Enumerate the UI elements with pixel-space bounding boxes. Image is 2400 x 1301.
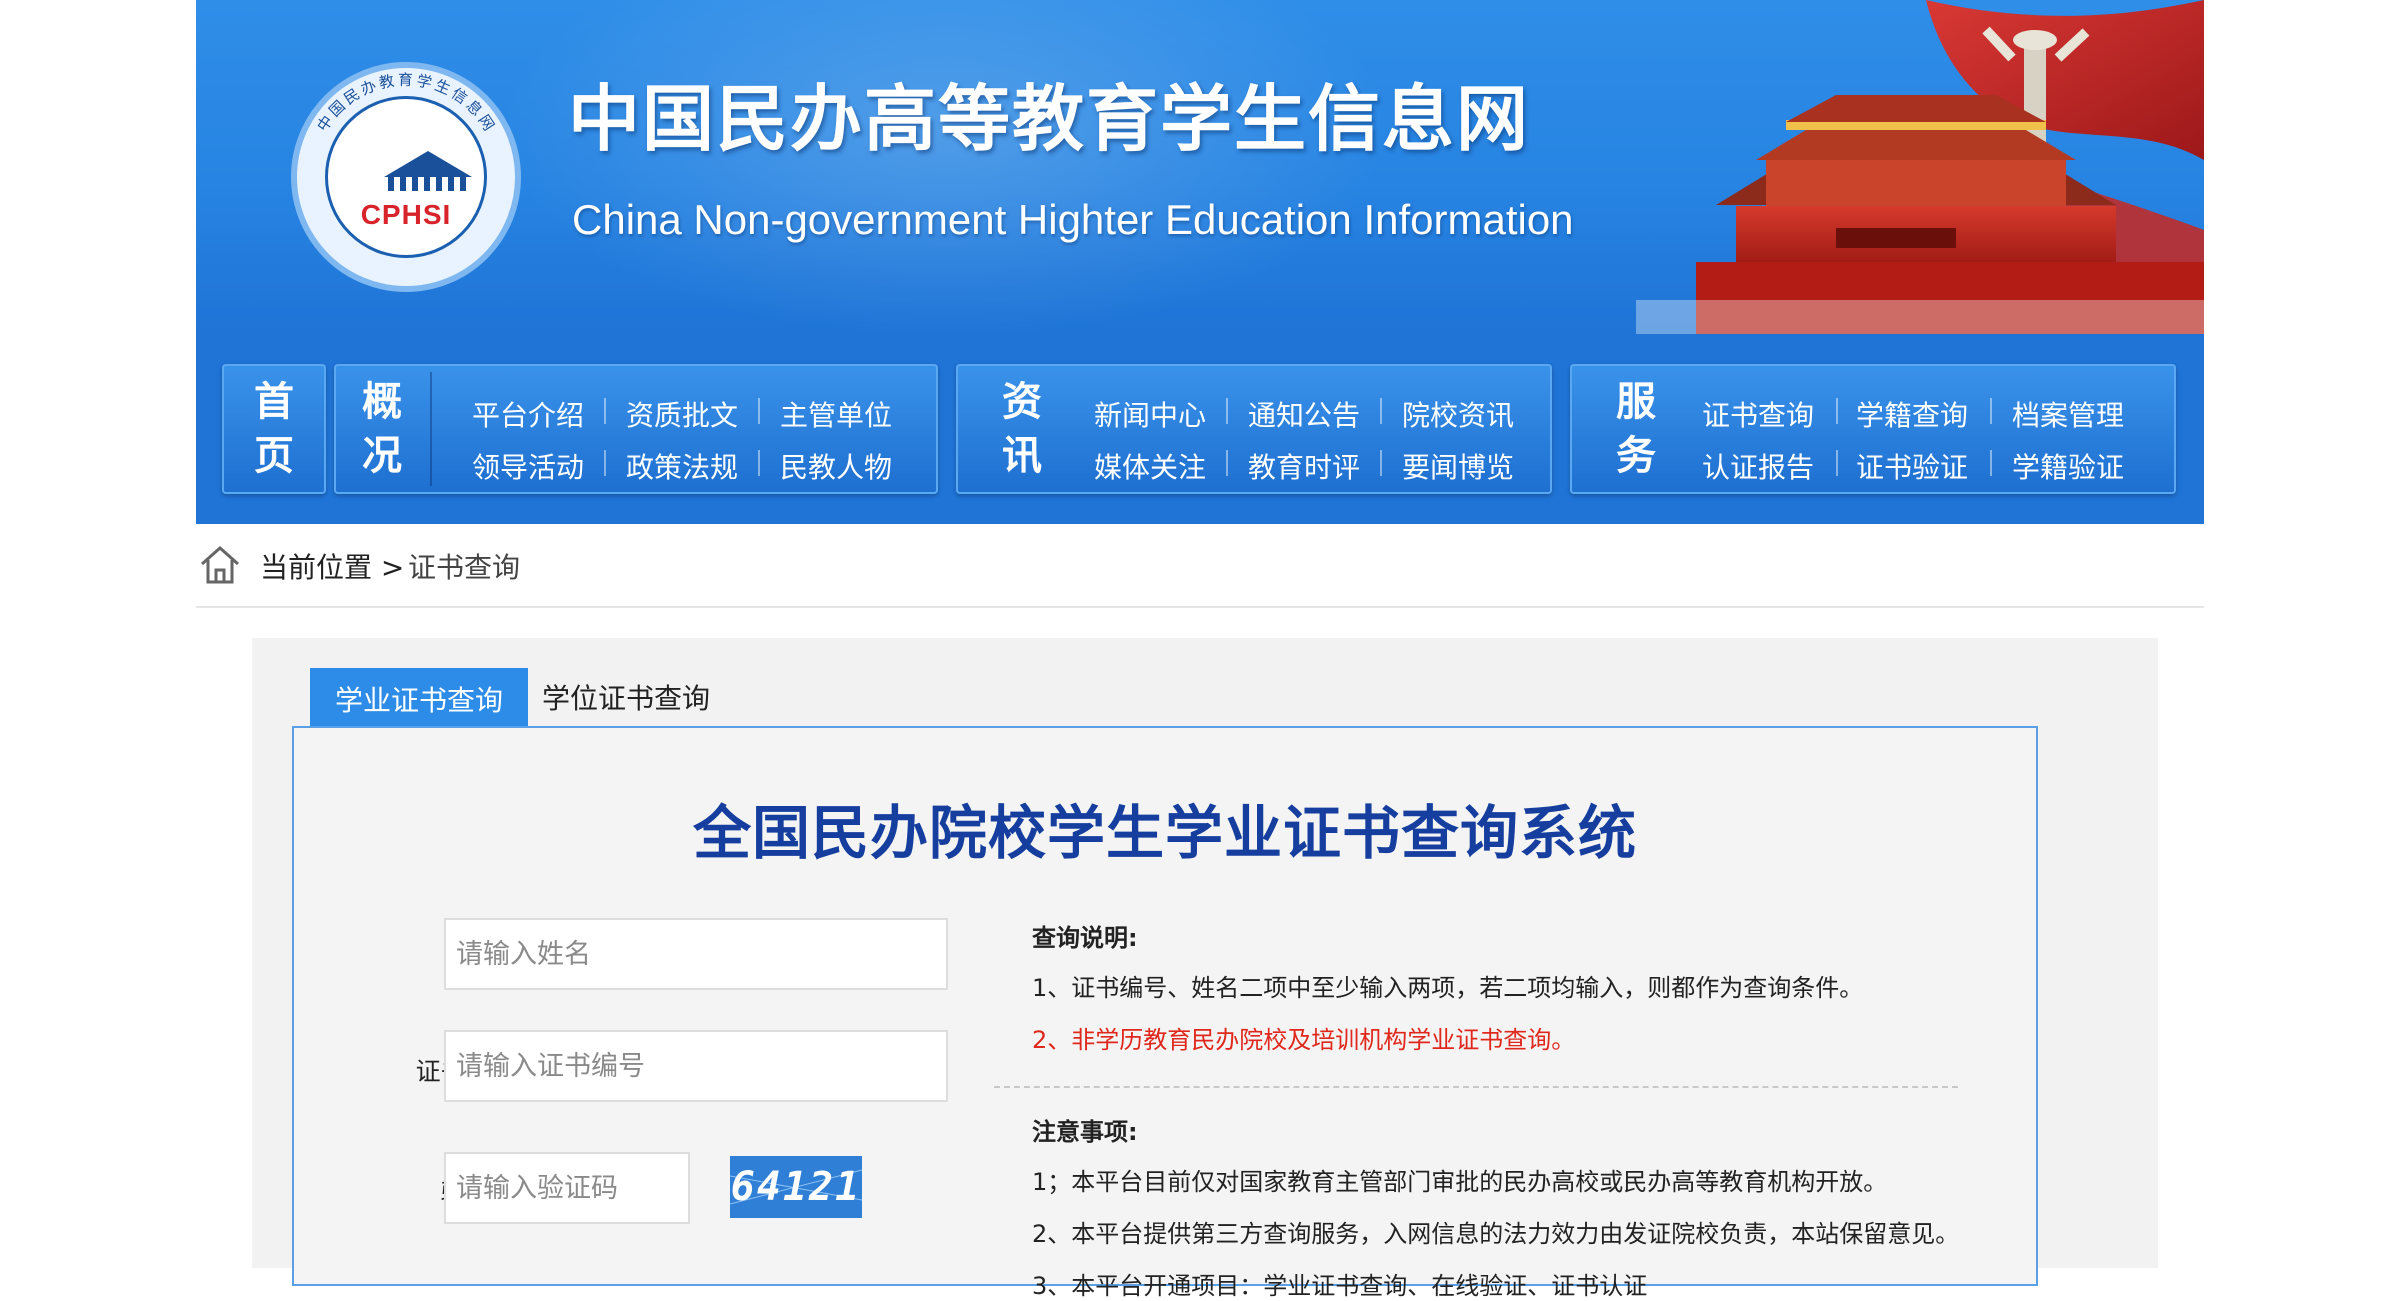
nav-divider — [604, 398, 606, 424]
logo-columns-icon — [388, 177, 470, 191]
nav-item-cert-query[interactable]: 证书查询 — [1702, 394, 1814, 434]
nav-divider — [1380, 398, 1382, 424]
tiananmen-illustration — [1636, 0, 2204, 334]
breadcrumb: 当前位置 > 证书查询 — [196, 524, 2204, 608]
nav-item-platform-intro[interactable]: 平台介绍 — [472, 394, 584, 434]
nav-home-char-2: 页 — [254, 433, 294, 479]
nav-item-leadership[interactable]: 领导活动 — [472, 446, 584, 486]
nav-divider — [758, 398, 760, 424]
nav-home[interactable]: 首 页 — [222, 364, 326, 494]
instruction-item-highlight: 2、非学历教育民办院校及培训机构学业证书查询。 — [1032, 1026, 1576, 1054]
header-banner: 中国民办教育学生信息网 CPHSI 中国民办高等教育学生信息网 China No… — [196, 0, 2204, 334]
nav-group-news-head[interactable]: 资 讯 — [982, 364, 1062, 494]
nav-head-char: 资 — [1002, 379, 1042, 425]
nav-item-notices[interactable]: 通知公告 — [1248, 394, 1360, 434]
site-logo[interactable]: 中国民办教育学生信息网 CPHSI — [291, 62, 521, 292]
nav-divider — [1226, 398, 1228, 424]
logo-text: CPHSI — [360, 199, 452, 230]
nav-head-char: 服 — [1616, 379, 1656, 425]
captcha-image[interactable]: 64121 — [729, 1156, 863, 1218]
nav-home-char-1: 首 — [254, 379, 294, 425]
nav-item-commentary[interactable]: 教育时评 — [1248, 446, 1360, 486]
nav-item-archives[interactable]: 档案管理 — [2012, 394, 2124, 434]
nav-divider — [604, 450, 606, 476]
captcha-input[interactable] — [444, 1152, 690, 1224]
captcha-graphic: 64121 — [729, 1164, 863, 1210]
nav-group-services-head[interactable]: 服 务 — [1596, 364, 1676, 494]
main-content: 学业证书查询 学位证书查询 全国民办院校学生学业证书查询系统 姓名: 证书编号:… — [252, 638, 2158, 1300]
nav-group-overview-head[interactable]: 概 况 — [342, 364, 422, 494]
home-icon[interactable] — [198, 542, 242, 586]
notice-item: 2、本平台提供第三方查询服务，入网信息的法力效力由发证院校负责，本站保留意见。 — [1032, 1220, 1960, 1248]
nav-divider — [1836, 450, 1838, 476]
nav-head-char: 况 — [362, 433, 402, 479]
logo-roof-icon — [384, 151, 472, 177]
system-title: 全国民办院校学生学业证书查询系统 — [692, 799, 1637, 867]
notices-heading: 注意事项: — [1032, 1118, 1138, 1146]
nav-item-news-center[interactable]: 新闻中心 — [1094, 394, 1206, 434]
nav-head-char: 务 — [1616, 433, 1656, 479]
cert-number-input[interactable] — [444, 1030, 948, 1102]
breadcrumb-label: 当前位置 > — [260, 551, 405, 584]
nav-divider — [1990, 450, 1992, 476]
nav-head-char: 概 — [362, 379, 402, 425]
nav-divider — [758, 450, 760, 476]
nav-separator — [430, 372, 432, 486]
tab-academic-cert[interactable]: 学业证书查询 — [310, 668, 528, 730]
page: 中国民办教育学生信息网 CPHSI 中国民办高等教育学生信息网 China No… — [196, 0, 2204, 1300]
svg-text:64121: 64121 — [731, 1164, 861, 1210]
site-title-en: China Non-government Highter Education I… — [572, 196, 1574, 243]
nav-item-cert-verify[interactable]: 证书验证 — [1856, 446, 1968, 486]
nav-item-enrollment-verify[interactable]: 学籍验证 — [2012, 446, 2124, 486]
nav-group-services: 服 务 证书查询 学籍查询 档案管理 认证报告 证书验证 学籍验证 — [1570, 364, 2176, 494]
nav-item-school-news[interactable]: 院校资讯 — [1402, 394, 1514, 434]
site-title-cn: 中国民办高等教育学生信息网 — [568, 77, 1531, 161]
nav-item-policy[interactable]: 政策法规 — [626, 446, 738, 486]
nav-item-media[interactable]: 媒体关注 — [1094, 446, 1206, 486]
query-panel: 全国民办院校学生学业证书查询系统 姓名: 证书编号: 验证码: 64121 查询… — [292, 726, 2038, 1300]
nav-head-char: 讯 — [1002, 433, 1042, 479]
nav-item-authority[interactable]: 主管单位 — [780, 394, 892, 434]
breadcrumb-current[interactable]: 证书查询 — [408, 546, 520, 586]
notice-item: 1；本平台目前仅对国家教育主管部门审批的民办高校或民办高等教育机构开放。 — [1032, 1168, 1888, 1196]
nav-divider — [1990, 398, 1992, 424]
nav-item-people[interactable]: 民教人物 — [780, 446, 892, 486]
nav-group-overview: 概 况 平台介绍 资质批文 主管单位 领导活动 政策法规 民教人物 — [334, 364, 938, 494]
banner-glow — [496, 0, 1396, 334]
nav-group-news: 资 讯 新闻中心 通知公告 院校资讯 媒体关注 教育时评 要闻博览 — [956, 364, 1552, 494]
tab-degree-cert[interactable]: 学位证书查询 — [542, 668, 710, 726]
main-nav: 首 页 概 况 平台介绍 资质批文 主管单位 领导活动 政策法规 民教人物 资 — [196, 334, 2204, 524]
logo-emblem: CPHSI — [325, 96, 487, 258]
name-input[interactable] — [444, 918, 948, 990]
section-divider — [994, 1086, 1958, 1088]
instructions-heading: 查询说明: — [1032, 924, 1138, 952]
nav-item-report[interactable]: 认证报告 — [1702, 446, 1814, 486]
nav-divider — [1226, 450, 1228, 476]
nav-item-enrollment-query[interactable]: 学籍查询 — [1856, 394, 1968, 434]
notice-item: 3、本平台开通项目：学业证书查询、在线验证、证书认证 — [1032, 1272, 1648, 1300]
instruction-item: 1、证书编号、姓名二项中至少输入两项，若二项均输入，则都作为查询条件。 — [1032, 974, 1864, 1002]
nav-item-headlines[interactable]: 要闻博览 — [1402, 446, 1514, 486]
nav-divider — [1380, 450, 1382, 476]
nav-home-label: 首 页 — [234, 364, 314, 494]
nav-item-qualification[interactable]: 资质批文 — [626, 394, 738, 434]
nav-divider — [1836, 398, 1838, 424]
